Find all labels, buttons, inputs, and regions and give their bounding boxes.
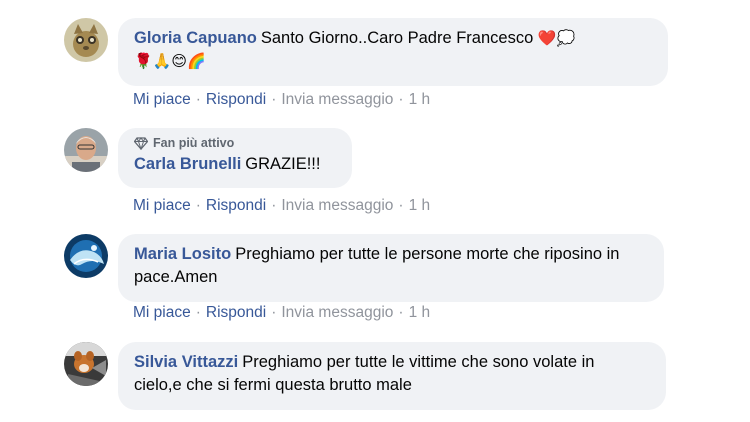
comment-actions: Mi piace · Rispondi · Invia messaggio · 1 h bbox=[133, 90, 430, 110]
comment-bubble: Maria Losito Preghiamo per tutte le perso… bbox=[118, 234, 664, 302]
comment-bubble: Gloria Capuano Santo Giorno..Caro Padre F… bbox=[118, 18, 668, 86]
badge-label: Fan più attivo bbox=[153, 136, 235, 150]
emoji-line: 🌹🙏😊🌈 bbox=[134, 53, 206, 70]
comment-bubble: Fan più attivo Carla Brunelli GRAZIE!!! bbox=[118, 128, 352, 188]
like-button[interactable]: Mi piace bbox=[133, 197, 191, 214]
comment-author[interactable]: Maria Losito bbox=[134, 245, 231, 263]
like-button[interactable]: Mi piace bbox=[133, 91, 191, 108]
comment-author[interactable]: Silvia Vittazzi bbox=[134, 353, 238, 371]
separator: · bbox=[398, 91, 404, 108]
separator: · bbox=[195, 304, 201, 321]
timestamp[interactable]: 1 h bbox=[409, 197, 431, 214]
reply-button[interactable]: Rispondi bbox=[206, 304, 266, 321]
top-fan-badge: Fan più attivo bbox=[134, 135, 336, 151]
comment-text: GRAZIE!!! bbox=[245, 155, 321, 173]
comment-text: Santo Giorno..Caro Padre Francesco bbox=[260, 29, 534, 47]
reply-button[interactable]: Rispondi bbox=[206, 91, 266, 108]
send-message-button[interactable]: Invia messaggio bbox=[281, 304, 393, 321]
timestamp[interactable]: 1 h bbox=[409, 304, 431, 321]
avatar[interactable] bbox=[64, 128, 108, 172]
comment-actions: Mi piace · Rispondi · Invia messaggio · 1 h bbox=[133, 303, 430, 323]
send-message-button[interactable]: Invia messaggio bbox=[281, 91, 393, 108]
heart-emoji: ❤️ bbox=[537, 29, 557, 47]
comment-author[interactable]: Gloria Capuano bbox=[134, 29, 257, 47]
separator: · bbox=[195, 91, 201, 108]
separator: · bbox=[398, 197, 404, 214]
separator: · bbox=[271, 304, 277, 321]
separator: · bbox=[271, 91, 277, 108]
separator: · bbox=[271, 197, 277, 214]
comment-actions: Mi piace · Rispondi · Invia messaggio · 1 h bbox=[133, 196, 430, 216]
reply-button[interactable]: Rispondi bbox=[206, 197, 266, 214]
diamond-icon bbox=[134, 137, 148, 150]
avatar[interactable] bbox=[64, 342, 108, 386]
avatar[interactable] bbox=[64, 18, 108, 62]
separator: · bbox=[398, 304, 404, 321]
separator: · bbox=[195, 197, 201, 214]
like-button[interactable]: Mi piace bbox=[133, 304, 191, 321]
comment-author[interactable]: Carla Brunelli bbox=[134, 155, 241, 173]
comment-bubble: Silvia Vittazzi Preghiamo per tutte le vi… bbox=[118, 342, 666, 410]
thought-bubble-emoji: 💭 bbox=[556, 30, 576, 47]
timestamp[interactable]: 1 h bbox=[409, 91, 431, 108]
avatar[interactable] bbox=[64, 234, 108, 278]
send-message-button[interactable]: Invia messaggio bbox=[281, 197, 393, 214]
